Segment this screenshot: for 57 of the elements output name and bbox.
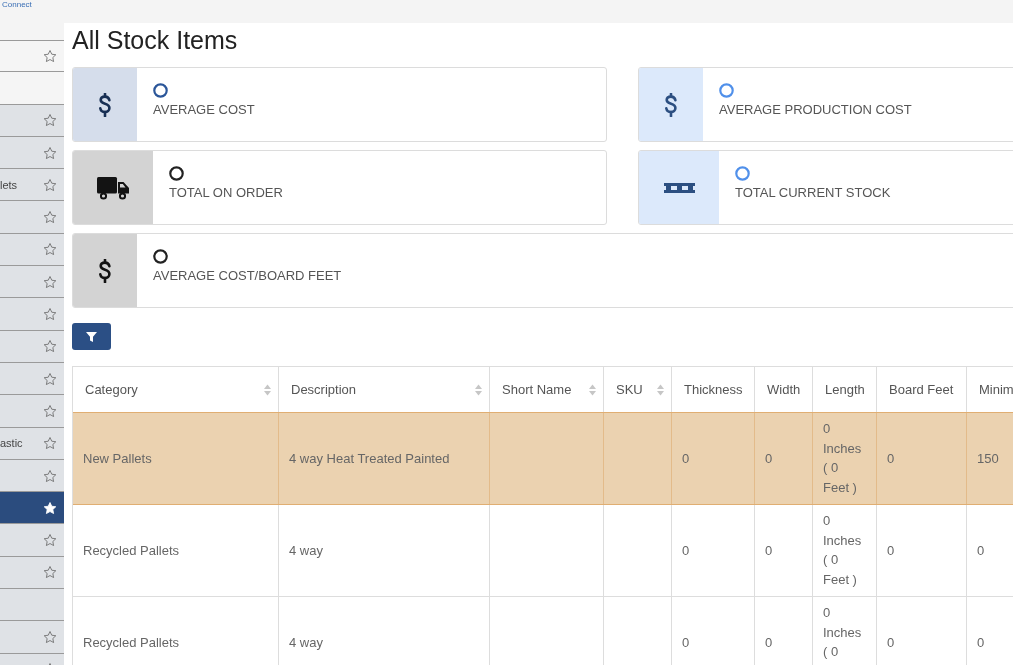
truck-icon [97,175,129,200]
table-cell: 0 Inches ( 0 Feet ) [813,505,877,596]
star-icon[interactable] [44,146,56,159]
filter-button[interactable] [72,323,111,350]
dollar-icon [98,258,112,283]
table-cell: 0 [967,505,1013,596]
star-icon[interactable] [44,275,56,288]
star-icon[interactable] [44,534,56,547]
stat-label: AVERAGE COST/BOARD FEET [153,268,342,284]
stat-label: TOTAL ON ORDER [169,185,283,201]
connect-link[interactable]: Connect [2,0,32,9]
dollar-icon [98,92,112,117]
table-cell: 0 [755,413,813,504]
table-cell: 0 Inches ( 0 Feet ) [813,413,877,504]
table-cell: 0 [672,597,755,665]
star-icon[interactable] [44,50,56,63]
table-cell: 0 [877,597,967,665]
sidebar-item[interactable] [0,459,64,493]
star-icon[interactable] [44,566,56,579]
table-cell: 0 [967,597,1013,665]
star-icon[interactable] [44,211,56,224]
stat-label: AVERAGE COST [153,102,255,118]
table-cell: 0 [755,597,813,665]
table-cell: 0 [755,505,813,596]
table-cell: 0 [672,505,755,596]
sidebar-item[interactable] [0,492,64,525]
table-row[interactable]: Recycled Pallets 4 way 0 0 0 Inches ( 0 Feet ) 0 0 [73,505,1013,597]
table-cell: 0 Inches ( 0 [813,597,877,665]
star-icon[interactable] [44,404,56,417]
dollar-icon [664,92,678,117]
star-icon[interactable] [44,631,56,643]
table-cell: 4 way [279,597,490,665]
table-cell: 0 [672,413,755,504]
stat-label: TOTAL CURRENT STOCK [735,185,891,201]
star-icon[interactable] [44,372,56,385]
page-title: All Stock Items [72,25,239,56]
pallet-icon [663,182,695,193]
table-cell: 4 way [279,505,490,596]
star-icon[interactable] [44,469,56,482]
star-icon[interactable] [44,340,56,353]
star-icon[interactable] [44,243,56,256]
table-cell: 0 [877,505,967,596]
table-cell: New Pallets [73,413,279,504]
sidebar-item[interactable]: astic [0,427,64,460]
star-icon[interactable] [44,308,56,320]
table-cell: Recycled Pallets [73,505,279,596]
table-cell: 150 [967,413,1013,504]
table-cell: 0 [877,413,967,504]
stat-label: AVERAGE PRODUCTION COST [719,102,912,118]
table-cell: Recycled Pallets [73,597,279,665]
table-row[interactable]: New Pallets 4 way Heat Treated Painted 0 0 0 Inches ( 0 Feet ) 0 150 [73,413,1013,505]
star-icon[interactable] [44,437,56,450]
star-icon[interactable] [44,114,56,127]
sidebar-item[interactable]: lets [0,169,64,202]
table-cell: 4 way Heat Treated Painted [279,413,490,504]
star-icon[interactable] [44,178,56,191]
filter-icon [86,331,97,342]
